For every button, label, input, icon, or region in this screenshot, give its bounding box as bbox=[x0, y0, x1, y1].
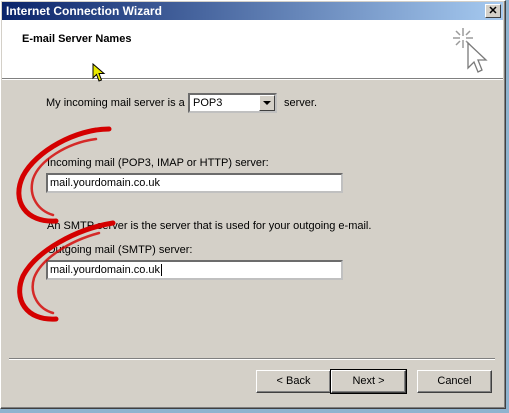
incoming-type-label: My incoming mail server is a bbox=[46, 97, 185, 109]
back-button[interactable]: < Back bbox=[256, 370, 331, 393]
outgoing-server-value: mail.yourdomain.co.uk bbox=[50, 264, 161, 276]
server-type-value: POP3 bbox=[193, 97, 223, 109]
incoming-server-value: mail.yourdomain.co.uk bbox=[50, 177, 161, 189]
close-button[interactable]: ✕ bbox=[485, 4, 501, 18]
window-title: Internet Connection Wizard bbox=[6, 4, 162, 18]
outgoing-server-label: Outgoing mail (SMTP) server: bbox=[47, 244, 193, 256]
text-caret bbox=[161, 264, 163, 277]
wizard-header: E-mail Server Names bbox=[2, 20, 503, 78]
cancel-button[interactable]: Cancel bbox=[417, 370, 492, 393]
page-title: E-mail Server Names bbox=[22, 33, 132, 45]
smtp-note: An SMTP server is the server that is use… bbox=[47, 220, 372, 232]
arrow-cursor-icon bbox=[92, 63, 106, 82]
button-divider bbox=[9, 358, 495, 360]
incoming-server-label: Incoming mail (POP3, IMAP or HTTP) serve… bbox=[47, 157, 269, 169]
outgoing-server-input[interactable]: mail.yourdomain.co.uk bbox=[46, 260, 343, 280]
close-icon: ✕ bbox=[488, 5, 498, 17]
title-bar[interactable]: Internet Connection Wizard ✕ bbox=[2, 2, 503, 20]
server-type-select[interactable]: POP3 bbox=[188, 93, 277, 113]
wizard-wand-icon bbox=[453, 28, 488, 73]
incoming-server-input[interactable]: mail.yourdomain.co.uk bbox=[46, 173, 343, 193]
header-divider bbox=[2, 78, 503, 80]
next-button[interactable]: Next > bbox=[330, 369, 407, 394]
incoming-type-suffix: server. bbox=[284, 97, 318, 109]
wizard-window: Internet Connection Wizard ✕ E-mail Serv… bbox=[0, 0, 506, 409]
dropdown-arrow-icon[interactable] bbox=[259, 95, 275, 111]
